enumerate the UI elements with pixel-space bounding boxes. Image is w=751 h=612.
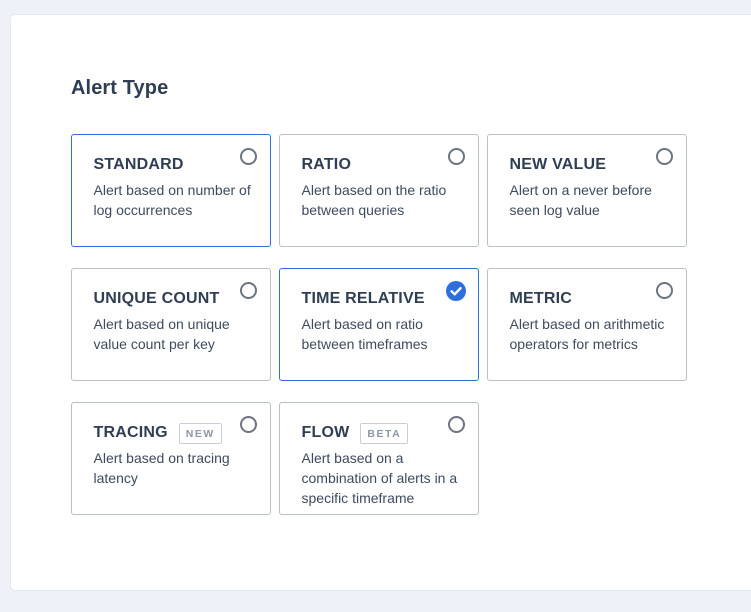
radio-checked-icon[interactable]: [446, 281, 466, 301]
alert-type-option-tracing[interactable]: TRACING NEW Alert based on tracing laten…: [71, 402, 271, 515]
alert-type-option-new-value[interactable]: NEW VALUE Alert on a never before seen l…: [487, 134, 687, 247]
card-title-row: RATIO: [302, 155, 467, 175]
radio-unchecked-icon[interactable]: [448, 416, 465, 433]
card-description: Alert based on unique value count per ke…: [93, 316, 230, 352]
card-title: TRACING: [93, 424, 168, 441]
alert-type-option-standard[interactable]: STANDARD Alert based on number of log oc…: [71, 134, 271, 247]
card-title: NEW VALUE: [509, 156, 607, 173]
card-description: Alert based on a combination of alerts i…: [301, 450, 458, 506]
new-badge: NEW: [178, 422, 222, 444]
card-title: UNIQUE COUNT: [93, 290, 220, 307]
card-title: RATIO: [301, 156, 352, 173]
checkmark-icon: [450, 287, 462, 296]
card-title: METRIC: [509, 290, 573, 307]
card-description: Alert based on ratio between timeframes: [301, 316, 428, 352]
card-description: Alert based on tracing latency: [93, 450, 230, 486]
beta-badge: BETA: [360, 422, 409, 444]
card-title-row: TIME RELATIVE: [302, 289, 467, 309]
alert-type-option-unique-count[interactable]: UNIQUE COUNT Alert based on unique value…: [71, 268, 271, 381]
alert-type-option-metric[interactable]: METRIC Alert based on arithmetic operato…: [487, 268, 687, 381]
card-title-row: FLOW BETA: [301, 422, 467, 444]
card-description: Alert based on arithmetic operators for …: [509, 316, 665, 352]
radio-unchecked-icon[interactable]: [448, 148, 465, 165]
radio-unchecked-icon[interactable]: [656, 148, 673, 165]
radio-unchecked-icon[interactable]: [240, 282, 257, 299]
card-title: FLOW: [301, 424, 350, 441]
radio-unchecked-icon[interactable]: [240, 148, 257, 165]
card-title-row: TRACING NEW: [93, 422, 259, 444]
card-description: Alert on a never before seen log value: [509, 182, 652, 218]
alert-type-option-ratio[interactable]: RATIO Alert based on the ratio between q…: [279, 134, 479, 247]
section-title: Alert Type: [71, 77, 169, 99]
radio-unchecked-icon[interactable]: [240, 416, 257, 433]
alert-type-grid: STANDARD Alert based on number of log oc…: [71, 134, 687, 515]
alert-type-panel: Alert Type STANDARD Alert based on numbe…: [11, 15, 751, 590]
card-title: TIME RELATIVE: [301, 290, 425, 307]
card-title: STANDARD: [93, 156, 184, 173]
card-description: Alert based on number of log occurrences: [93, 182, 251, 218]
card-title-row: NEW VALUE: [510, 155, 675, 175]
alert-type-option-time-relative[interactable]: TIME RELATIVE Alert based on ratio betwe…: [279, 268, 479, 381]
radio-unchecked-icon[interactable]: [656, 282, 673, 299]
card-title-row: METRIC: [510, 289, 675, 309]
alert-type-option-flow[interactable]: FLOW BETA Alert based on a combination o…: [279, 402, 479, 515]
card-title-row: STANDARD: [94, 155, 259, 175]
card-title-row: UNIQUE COUNT: [94, 289, 259, 309]
card-description: Alert based on the ratio between queries: [301, 182, 447, 218]
